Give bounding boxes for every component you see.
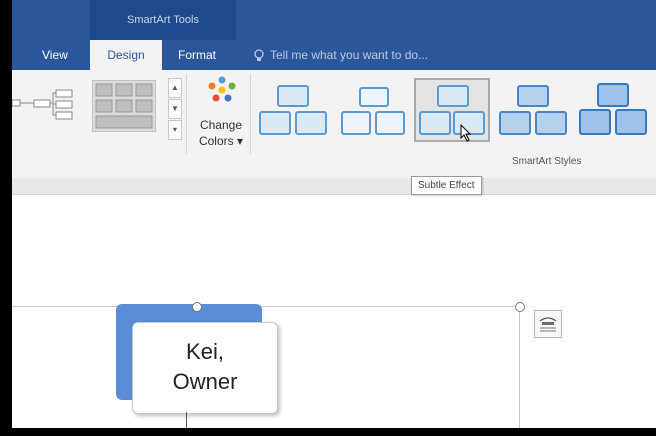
layout-hierarchy-thumb[interactable]: [12, 86, 78, 126]
mouse-cursor-icon: [460, 124, 472, 142]
change-colors-label-2: Colors ▾: [198, 134, 244, 148]
title-bar: SmartArt Tools: [12, 0, 656, 40]
tell-me-search[interactable]: Tell me what you want to do...: [254, 40, 428, 70]
smartart-tools-group: SmartArt Tools: [90, 0, 236, 40]
smartart-styles-group-label: SmartArt Styles: [512, 156, 582, 167]
tell-me-text: Tell me what you want to do...: [270, 48, 429, 62]
tab-design[interactable]: Design: [90, 40, 162, 70]
style-thumb-subtle-effect[interactable]: [414, 78, 490, 142]
tab-format[interactable]: Format: [178, 40, 216, 70]
layouts-scroll-down-button[interactable]: ▼: [168, 99, 182, 119]
ribbon-tabs: View Design Format Tell me what you want…: [12, 40, 656, 70]
style-thumb-graphic: [499, 85, 567, 135]
change-colors-label: Change: [199, 118, 243, 132]
style-thumb-simple-fill[interactable]: [256, 78, 332, 142]
smartart-node-text[interactable]: Kei, Owner: [133, 337, 277, 397]
style-thumb-intense-effect[interactable]: [576, 78, 652, 142]
screenshot-frame: SmartArt Tools View Design Format Tell m…: [0, 0, 656, 436]
style-thumb-graphic: [419, 85, 485, 135]
style-thumb-white-outline[interactable]: [336, 78, 412, 142]
ribbon-separator: [250, 74, 251, 154]
style-thumb-graphic: [579, 83, 647, 135]
smartart-tools-label: SmartArt Tools: [127, 14, 199, 26]
layout-options-button[interactable]: [534, 310, 562, 338]
layout-options-icon: [539, 317, 557, 332]
resize-handle-top-right[interactable]: [515, 302, 525, 312]
style-thumb-graphic: [341, 87, 405, 135]
style-thumb-graphic: [259, 85, 327, 135]
layout-table-thumb[interactable]: [92, 80, 156, 132]
ribbon-separator: [186, 74, 187, 154]
tab-view[interactable]: View: [42, 40, 68, 70]
lightbulb-icon: [254, 49, 264, 61]
smartart-node[interactable]: Kei, Owner: [132, 322, 278, 414]
node-connector-line: [186, 412, 187, 428]
palette-icon: [208, 76, 236, 102]
style-thumb-moderate-effect[interactable]: [496, 78, 572, 142]
layouts-scroll-up-button[interactable]: ▲: [168, 78, 182, 98]
word-window: SmartArt Tools View Design Format Tell m…: [12, 0, 656, 428]
resize-handle-top[interactable]: [192, 302, 202, 312]
change-colors-button[interactable]: Change Colors ▾: [194, 74, 248, 154]
node-text-line-2: Owner: [172, 369, 238, 394]
ribbon-panel: ▲ ▼ ▾ Change Colors ▾ SmartArt Styles: [12, 70, 656, 179]
ribbon-collapse-strip: [12, 178, 656, 195]
style-tooltip: Subtle Effect: [411, 176, 482, 195]
layouts-more-button[interactable]: ▾: [168, 120, 182, 140]
node-text-line-1: Kei,: [186, 339, 224, 364]
